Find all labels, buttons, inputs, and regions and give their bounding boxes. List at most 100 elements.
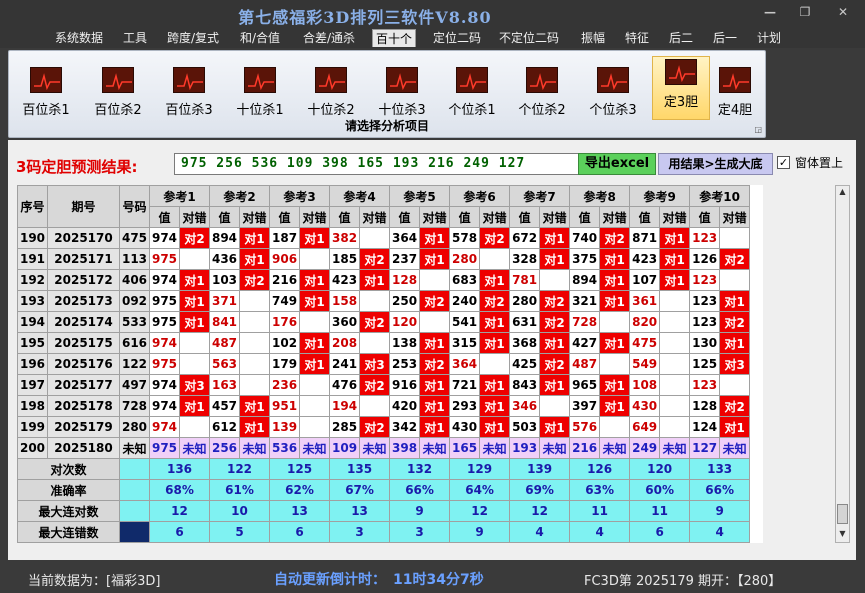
topmost-label: 窗体置上: [795, 156, 844, 170]
header-seq: 序号: [17, 185, 48, 228]
ribbon-button-2[interactable]: 百位杀3: [160, 65, 218, 118]
table-row[interactable]: 199 2025179 280 974 612 对1 139 285 对2 342 对1 430 对1 5…: [17, 416, 751, 438]
stats-value: 6: [629, 521, 691, 543]
ribbon-button-3[interactable]: 十位杀1: [231, 65, 289, 118]
scroll-down-icon[interactable]: ▼: [837, 529, 848, 541]
ref-hit-cell: [719, 269, 751, 291]
period-cell: 2025170: [47, 227, 120, 249]
ref-value-cell: 841: [209, 311, 241, 333]
menu-item-9[interactable]: 特征: [625, 29, 649, 47]
pending-row[interactable]: 200 2025180 未知 975 未知 256 未知 536 未知 109 未知 398 未知 165…: [17, 437, 751, 459]
ribbon-button-9[interactable]: 定3胆: [652, 56, 710, 120]
chart-icon: [665, 59, 697, 85]
ref-value-cell: 430: [449, 416, 481, 438]
ref-value-cell: 138: [389, 332, 421, 354]
stats-value: 60%: [629, 479, 691, 501]
menu-item-11[interactable]: 后一: [713, 29, 737, 47]
ref-hit-cell: 对1: [539, 332, 571, 354]
ref-value-cell: 549: [629, 353, 661, 375]
ref-hit-cell: [299, 395, 331, 417]
menu-item-7[interactable]: 不定位二码: [499, 29, 559, 47]
stats-value: 126: [569, 458, 631, 480]
ribbon-expand-icon[interactable]: ◲: [754, 125, 762, 134]
ref-hit-cell: 未知: [479, 437, 511, 459]
scroll-thumb[interactable]: [837, 504, 848, 524]
chart-icon: [597, 67, 629, 93]
ribbon-button-5[interactable]: 十位杀3: [373, 65, 431, 118]
period-cell: 2025171: [47, 248, 120, 270]
close-icon[interactable]: ✕: [834, 5, 852, 19]
menu-item-12[interactable]: 计划: [757, 29, 781, 47]
table-row[interactable]: 197 2025177 497 974 对3 163 236 476 对2 916 对1 721 对1 8…: [17, 374, 751, 396]
ref-hit-cell: 对1: [599, 248, 631, 270]
ribbon-button-6[interactable]: 个位杀1: [443, 65, 501, 118]
table-row[interactable]: 193 2025173 092 975 对1 371 749 对1 158 250 对2 240 对2 2…: [17, 290, 751, 312]
stats-value: 10: [209, 500, 271, 522]
menu-item-2[interactable]: 跨度/复式: [167, 29, 219, 47]
ribbon-button-1[interactable]: 百位杀2: [89, 65, 147, 118]
menu-item-8[interactable]: 振幅: [581, 29, 605, 47]
ref-value-cell: 423: [629, 248, 661, 270]
menu-item-5[interactable]: 百十个: [372, 29, 417, 47]
ref-hit-cell: 对1: [719, 290, 751, 312]
ref-value-cell: 965: [569, 374, 601, 396]
vertical-scrollbar[interactable]: ▲ ▼: [835, 185, 850, 543]
ref-hit-cell: [539, 395, 571, 417]
ref-hit-cell: [659, 332, 691, 354]
ref-value-cell: 721: [449, 374, 481, 396]
scroll-up-icon[interactable]: ▲: [837, 187, 848, 199]
ref-hit-cell: 对2: [419, 353, 451, 375]
ref-value-cell: 256: [209, 437, 241, 459]
ribbon-button-8[interactable]: 个位杀3: [584, 65, 642, 118]
ref-hit-cell: [239, 332, 271, 354]
ribbon-button-label: 百位杀1: [22, 103, 70, 118]
maximize-icon[interactable]: ❐: [796, 5, 814, 19]
stats-value: 13: [329, 500, 391, 522]
subheader-value: 值: [569, 206, 601, 228]
table-row[interactable]: 194 2025174 533 975 对1 841 176 360 对2 120 541 对1 631…: [17, 311, 751, 333]
stats-label: 准确率: [17, 479, 120, 501]
ref-hit-cell: 对3: [359, 353, 391, 375]
seq-cell: 191: [17, 248, 48, 270]
ribbon-button-4[interactable]: 十位杀2: [302, 65, 360, 118]
export-excel-button[interactable]: 导出excel: [578, 153, 656, 175]
ribbon-button-0[interactable]: 百位杀1: [17, 65, 75, 118]
ref-hit-cell: 对1: [419, 332, 451, 354]
stats-value: 6: [148, 521, 211, 543]
menu-item-3[interactable]: 和/合值: [240, 29, 280, 47]
stats-row: 最大连对数 12 10 13 13 9 12 12 11 11 9: [17, 500, 751, 522]
ref-hit-cell: 对1: [239, 248, 271, 270]
table-row[interactable]: 192 2025172 406 974 对1 103 对2 216 对1 423 对1 128 683 对…: [17, 269, 751, 291]
ref-value-cell: 740: [569, 227, 601, 249]
ref-value-cell: 375: [569, 248, 601, 270]
table-row[interactable]: 196 2025176 122 975 563 179 对1 241 对3 253 对2 364 425…: [17, 353, 751, 375]
ref-value-cell: 894: [569, 269, 601, 291]
ribbon-button-7[interactable]: 个位杀2: [513, 65, 571, 118]
ref-hit-cell: 对1: [299, 332, 331, 354]
menu-item-1[interactable]: 工具: [123, 29, 147, 47]
menu-item-6[interactable]: 定位二码: [433, 29, 481, 47]
table-row[interactable]: 190 2025170 475 974 对2 894 对1 187 对1 382 364 对1 578 对…: [17, 227, 751, 249]
ref-hit-cell: 对1: [479, 395, 511, 417]
table-row[interactable]: 195 2025175 616 974 487 102 对1 208 138 对1 315 对1 368…: [17, 332, 751, 354]
prediction-result-field[interactable]: 975 256 536 109 398 165 193 216 249 127: [174, 153, 584, 175]
seq-cell: 198: [17, 395, 48, 417]
ribbon-button-10[interactable]: 定4胆: [710, 65, 760, 118]
subheader-hit: 对错: [659, 206, 691, 228]
generate-base-button[interactable]: 用结果>生成大底: [658, 153, 773, 175]
menu-item-0[interactable]: 系统数据: [55, 29, 103, 47]
menu-item-4[interactable]: 合差/通杀: [303, 29, 355, 47]
ref-hit-cell: 对1: [359, 269, 391, 291]
ref-value-cell: 425: [509, 353, 541, 375]
ref-value-cell: 216: [569, 437, 601, 459]
stats-value: 136: [148, 458, 211, 480]
minimize-icon[interactable]: —: [761, 5, 779, 19]
ref-value-cell: 241: [329, 353, 361, 375]
topmost-checkbox[interactable]: ✓: [777, 156, 790, 169]
ref-hit-cell: 对1: [539, 374, 571, 396]
table-row[interactable]: 191 2025171 113 975 436 对1 906 185 对2 237 对1 280 328…: [17, 248, 751, 270]
menu-item-10[interactable]: 后二: [669, 29, 693, 47]
chart-icon: [102, 67, 134, 93]
stats-value: 3: [389, 521, 451, 543]
table-row[interactable]: 198 2025178 728 974 对1 457 对1 951 194 420 对1 293 对1 3…: [17, 395, 751, 417]
